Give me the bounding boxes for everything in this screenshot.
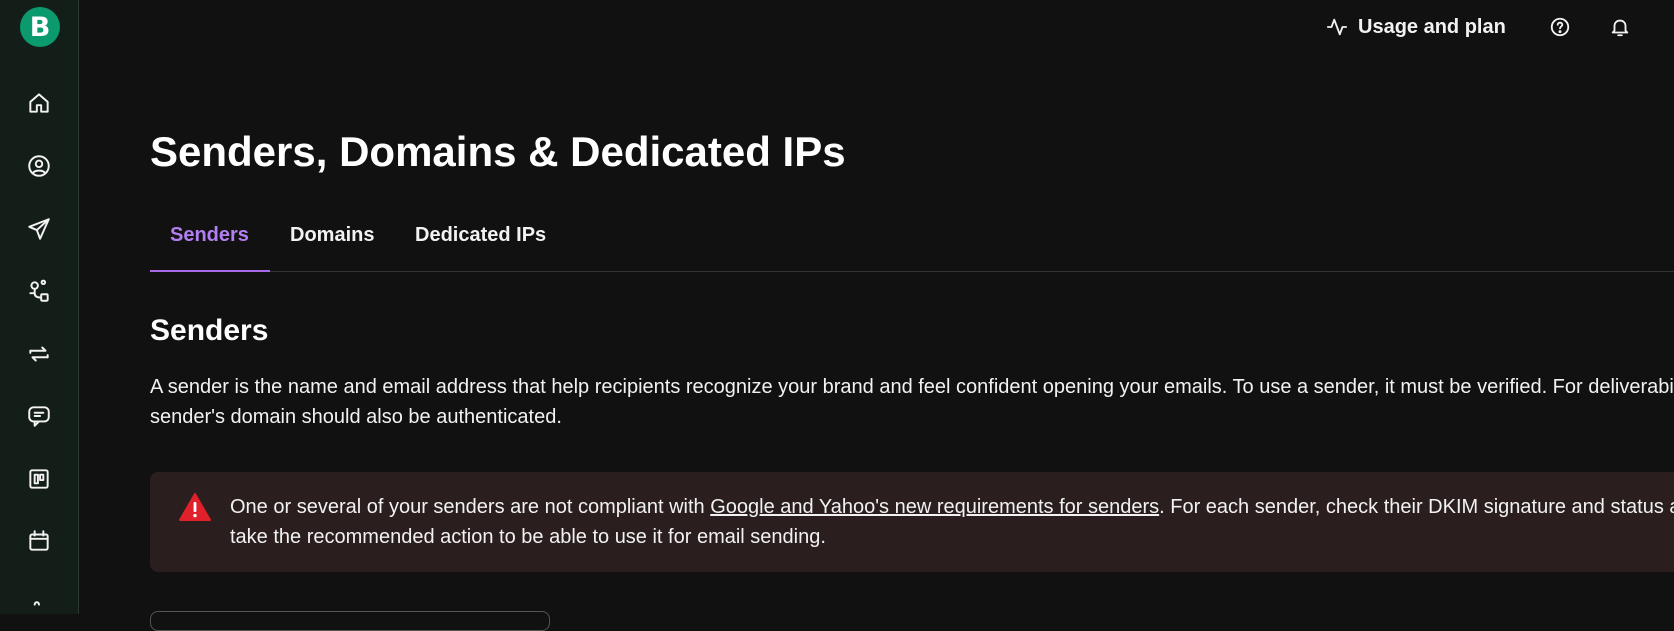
help-button[interactable]	[1546, 13, 1574, 41]
meetings-icon	[29, 530, 49, 551]
conversations-icon	[28, 406, 50, 427]
senders-description: A sender is the name and email address t…	[150, 376, 1674, 428]
compliance-alert: One or several of your senders are not c…	[150, 472, 1674, 572]
notifications-button[interactable]	[1606, 13, 1634, 41]
tab-dedicated-ips[interactable]: Dedicated IPs	[415, 218, 546, 272]
sidebar-item-deals[interactable]	[20, 460, 58, 498]
sidebar: B	[0, 0, 79, 614]
usage-and-plan-button[interactable]: Usage and plan	[1326, 13, 1506, 41]
usage-and-plan-label: Usage and plan	[1358, 15, 1506, 38]
alert-message: One or several of your senders are not c…	[230, 492, 1674, 552]
brevo-logo[interactable]: B	[20, 7, 60, 47]
home-icon	[29, 93, 49, 113]
senders-heading: Senders	[150, 314, 269, 347]
alert-text-before: One or several of your senders are not c…	[230, 496, 711, 518]
sender-card-partial	[150, 611, 550, 631]
sidebar-item-transactional[interactable]	[20, 335, 58, 373]
sidebar-item-conversations[interactable]	[20, 397, 58, 435]
deals-icon	[29, 469, 49, 489]
campaigns-icon	[28, 218, 50, 240]
tab-domains[interactable]: Domains	[290, 218, 374, 272]
bell-icon	[1611, 19, 1629, 37]
sidebar-item-contacts[interactable]	[20, 147, 58, 185]
tab-senders[interactable]: Senders	[170, 218, 249, 272]
tab-bar: Senders Domains Dedicated IPs	[150, 218, 1674, 272]
transactional-icon	[29, 346, 49, 362]
warning-icon	[179, 493, 211, 521]
page-title: Senders, Domains & Dedicated IPs	[150, 128, 846, 175]
requirements-link[interactable]: Google and Yahoo's new requirements for …	[710, 496, 1159, 518]
help-icon	[1550, 17, 1570, 37]
sidebar-item-home[interactable]	[20, 84, 58, 122]
more-icon	[33, 601, 40, 606]
sidebar-item-meetings[interactable]	[20, 522, 58, 560]
sidebar-item-more[interactable]	[20, 590, 58, 628]
sidebar-item-campaigns[interactable]	[20, 210, 58, 248]
active-tab-indicator	[150, 270, 270, 272]
activity-icon	[1326, 18, 1348, 36]
sidebar-item-automations[interactable]	[20, 272, 58, 310]
contacts-icon	[28, 155, 50, 177]
automations-icon	[29, 279, 49, 302]
